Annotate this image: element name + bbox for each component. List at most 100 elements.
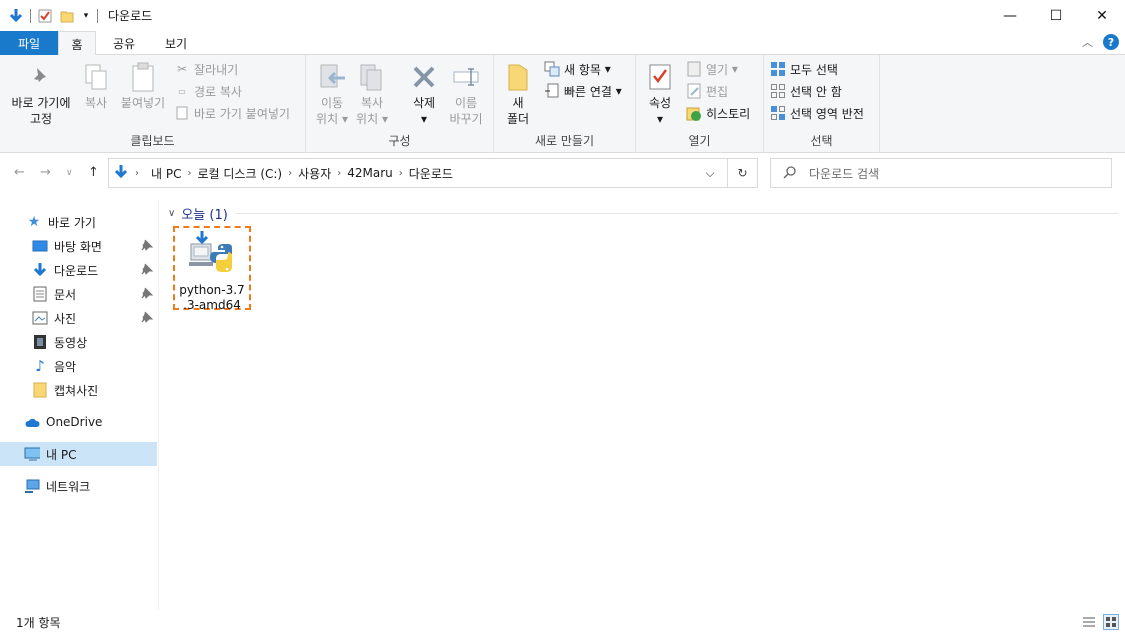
tab-file[interactable]: 파일 (0, 31, 58, 55)
breadcrumb-local-disk[interactable]: 로컬 디스크 (C:) (197, 165, 282, 182)
search-input[interactable]: 다운로드 검색 (770, 158, 1112, 188)
customize-toolbar-icon[interactable]: ▾ (81, 8, 91, 24)
maximize-button[interactable]: ☐ (1033, 0, 1079, 31)
recent-locations-icon[interactable]: ∨ (66, 168, 73, 178)
cut-button[interactable]: ✂ 잘라내기 (174, 59, 238, 79)
group-label: 구성 (388, 134, 411, 148)
pin-icon (25, 61, 57, 93)
copy-path-icon: ▭ (178, 86, 186, 96)
new-item-button[interactable]: 새 항목 ▾ (544, 59, 611, 79)
chevron-right-icon[interactable]: › (337, 168, 341, 179)
tab-home[interactable]: 홈 (58, 31, 96, 56)
group-header-today[interactable]: ∨ 오늘 (1) (168, 204, 1118, 223)
paste-shortcut-button[interactable]: 바로 가기 붙여넣기 (174, 103, 290, 123)
rename-button[interactable]: 이름 바꾸기 (446, 61, 486, 127)
large-icons-view-icon[interactable] (1103, 614, 1119, 630)
file-item[interactable]: python-3.7 .3-amd64 (173, 226, 251, 312)
tab-view[interactable]: 보기 (156, 31, 196, 55)
properties-icon[interactable] (37, 8, 53, 24)
select-none-button[interactable]: 선택 안 함 (770, 81, 842, 101)
sidebar-item-network[interactable]: 네트워크 (0, 474, 157, 498)
help-icon[interactable]: ? (1103, 34, 1119, 50)
select-all-button[interactable]: 모두 선택 (770, 59, 838, 79)
group-label: 열기 (688, 134, 711, 148)
sidebar-item-desktop[interactable]: 바탕 화면 (0, 234, 157, 258)
forward-arrow-icon[interactable]: → (40, 165, 51, 180)
copy-path-button[interactable]: ▭ 경로 복사 (174, 81, 242, 101)
item-count: 1개 항목 (16, 615, 61, 630)
video-icon (32, 334, 48, 350)
copy-button[interactable]: 복사 (78, 61, 114, 111)
easy-access-button[interactable]: 빠른 연결 ▾ (544, 81, 622, 101)
select-none-icon (770, 83, 786, 99)
chevron-down-icon[interactable]: ⌵ (699, 159, 721, 187)
clipboard-group: 바로 가기에 고정 복사 붙여넣기 ✂ 잘라내기 ▭ 경로 복사 바로 가기 붙… (0, 55, 306, 153)
details-view-icon[interactable] (1081, 614, 1097, 630)
python-installer-icon (188, 230, 236, 279)
search-icon (783, 165, 797, 182)
chevron-right-icon[interactable]: › (399, 168, 403, 179)
close-button[interactable]: ✕ (1079, 0, 1125, 31)
music-icon: ♪ (35, 357, 45, 375)
chevron-right-icon[interactable]: › (187, 168, 191, 179)
window-title: 다운로드 (108, 9, 153, 23)
breadcrumb-users[interactable]: 사용자 (298, 165, 331, 182)
scissors-icon: ✂ (176, 62, 188, 76)
pin-icon[interactable] (141, 311, 154, 326)
sidebar-item-documents[interactable]: 문서 (0, 282, 157, 306)
breadcrumb-downloads[interactable]: 다운로드 (409, 165, 453, 182)
history-button[interactable]: 히스토리 (686, 103, 750, 123)
new-folder-button[interactable]: 새 폴더 (502, 61, 534, 127)
chevron-right-icon[interactable]: › (288, 168, 292, 179)
properties-button[interactable]: 속성 ▾ (644, 61, 676, 127)
sidebar-item-videos[interactable]: 동영상 (0, 330, 157, 354)
sidebar-item-quick-access[interactable]: ★ 바로 가기 (0, 210, 157, 234)
edit-icon (686, 83, 702, 99)
pin-icon[interactable] (141, 239, 154, 254)
breadcrumb-user[interactable]: 42Maru (347, 166, 393, 180)
new-group: 새 폴더 새 항목 ▾ 빠른 연결 ▾ 새로 만들기 (494, 55, 636, 153)
folder-icon (32, 382, 48, 398)
refresh-icon[interactable]: ↻ (727, 159, 757, 187)
new-item-icon (544, 61, 560, 77)
new-folder-icon[interactable] (59, 8, 75, 24)
download-icon (32, 262, 48, 278)
easy-access-icon (544, 83, 560, 99)
sidebar-item-captures[interactable]: 캡쳐사진 (0, 378, 157, 402)
chevron-right-icon[interactable]: › (135, 168, 139, 179)
copy-to-button[interactable]: 복사 위치 ▾ (354, 61, 390, 127)
address-bar[interactable]: › 내 PC › 로컬 디스크 (C:) › 사용자 › 42Maru › 다운… (108, 158, 758, 188)
paste-button[interactable]: 붙여넣기 (118, 61, 168, 111)
back-arrow-icon[interactable]: ← (14, 165, 25, 180)
sidebar-item-music[interactable]: ♪ 음악 (0, 354, 157, 378)
delete-button[interactable]: 삭제 ▾ (406, 61, 442, 127)
open-icon (686, 61, 702, 77)
sidebar-item-downloads[interactable]: 다운로드 (0, 258, 157, 282)
breadcrumb: › 내 PC › 로컬 디스크 (C:) › 사용자 › 42Maru › 다운… (109, 164, 459, 183)
copy-to-icon (356, 61, 388, 93)
edit-button[interactable]: 편집 (686, 81, 728, 101)
up-arrow-icon[interactable]: ↑ (88, 165, 99, 180)
invert-selection-button[interactable]: 선택 영역 반전 (770, 103, 864, 123)
group-label: 새로 만들기 (534, 134, 594, 148)
move-to-button[interactable]: 이동 위치 ▾ (314, 61, 350, 127)
delete-icon (408, 61, 440, 93)
desktop-icon (32, 238, 48, 254)
open-button[interactable]: 열기 ▾ (686, 59, 738, 79)
pin-quick-access-button[interactable]: 바로 가기에 고정 (6, 61, 76, 127)
divider (158, 200, 159, 610)
title-bar: ▾ 다운로드 — ☐ ✕ (0, 0, 1125, 31)
pin-icon[interactable] (141, 263, 154, 278)
star-icon: ★ (27, 214, 41, 230)
pin-icon[interactable] (141, 287, 154, 302)
select-all-icon (770, 61, 786, 77)
cloud-icon (24, 414, 40, 430)
sidebar-item-pictures[interactable]: 사진 (0, 306, 157, 330)
sidebar-item-this-pc[interactable]: 내 PC (0, 442, 157, 466)
minimize-button[interactable]: — (987, 0, 1033, 31)
tab-share[interactable]: 공유 (104, 31, 144, 55)
breadcrumb-this-pc[interactable]: 내 PC (151, 165, 181, 182)
sidebar-item-onedrive[interactable]: OneDrive (0, 410, 157, 434)
invert-selection-icon (770, 105, 786, 121)
collapse-ribbon-icon[interactable]: ︿ (1082, 34, 1093, 50)
